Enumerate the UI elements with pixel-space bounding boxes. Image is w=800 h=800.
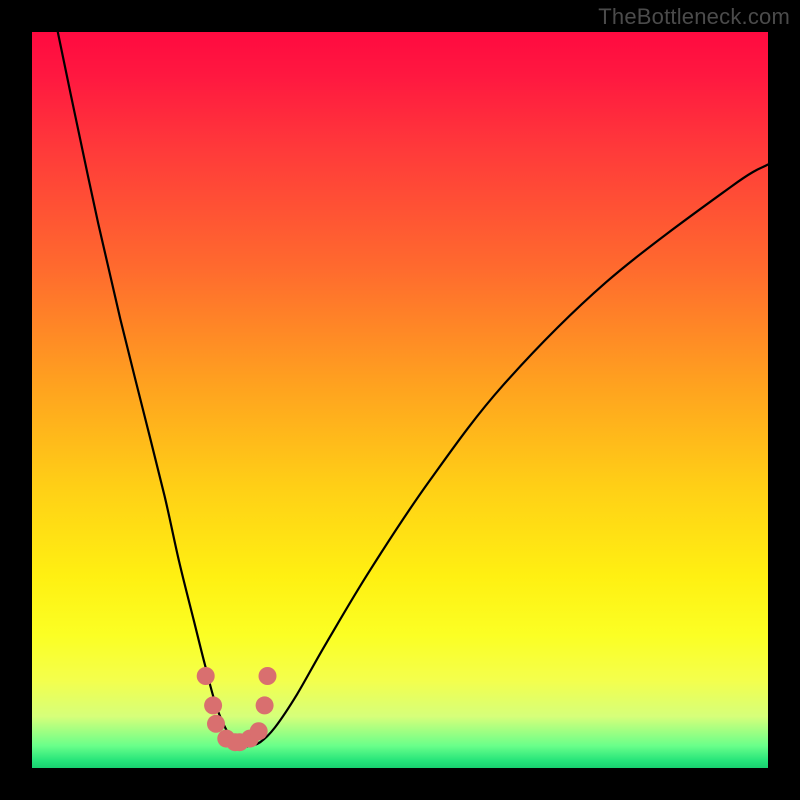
data-point <box>207 715 225 733</box>
data-point <box>259 667 277 685</box>
plot-area <box>32 32 768 768</box>
data-points <box>32 32 768 768</box>
data-point <box>204 696 222 714</box>
chart-frame: TheBottleneck.com <box>0 0 800 800</box>
data-point <box>197 667 215 685</box>
data-point <box>250 722 268 740</box>
data-point <box>256 696 274 714</box>
watermark-text: TheBottleneck.com <box>598 4 790 30</box>
